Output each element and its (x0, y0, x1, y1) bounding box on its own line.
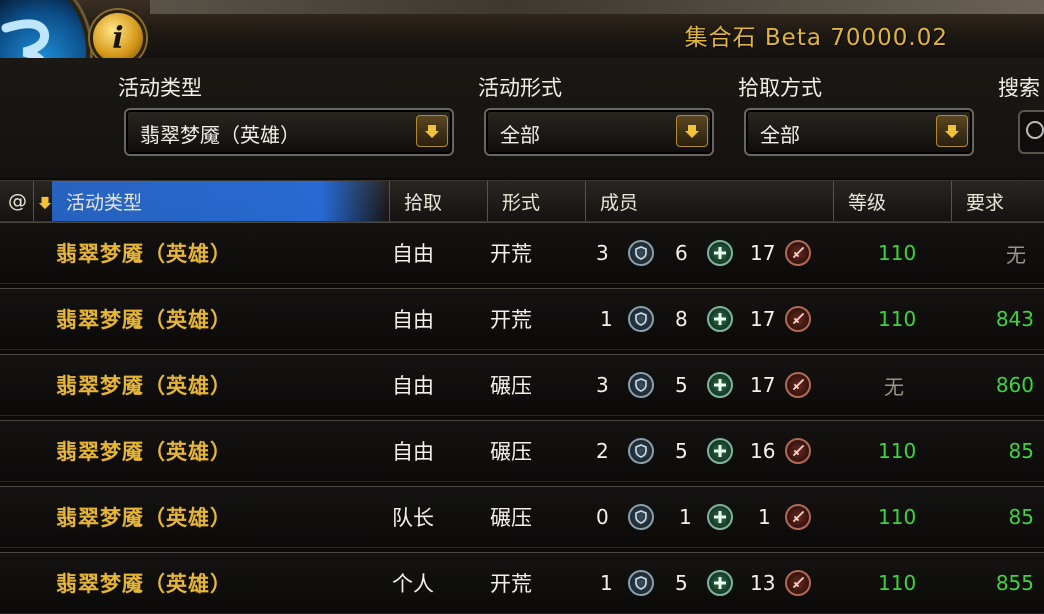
row-level: 110 (878, 505, 917, 529)
row-requirement: 85 (1008, 505, 1034, 529)
row-healer-count: 5 (675, 373, 688, 397)
tank-shield-icon (628, 504, 654, 530)
row-tank-count: 0 (596, 505, 609, 529)
row-tank-count: 1 (600, 307, 613, 331)
row-requirement: 843 (995, 307, 1034, 331)
row-activity: 翡翠梦魇（英雄） (56, 374, 232, 398)
column-header-requirement[interactable]: 要求 (952, 181, 1044, 221)
row-requirement: 860 (995, 373, 1034, 397)
row-form: 开荒 (490, 572, 532, 596)
row-tank-count: 2 (596, 439, 609, 463)
column-header-at[interactable]: @ (0, 181, 34, 221)
healer-plus-icon (707, 438, 733, 464)
tank-shield-icon (628, 372, 654, 398)
column-header-loot[interactable]: 拾取 (390, 181, 488, 221)
row-level: 110 (878, 439, 917, 463)
row-dps-count: 17 (750, 307, 776, 331)
row-dps-count: 17 (750, 241, 776, 265)
title-bar: 集合石 Beta 70000.02 (0, 0, 1044, 60)
dps-sword-icon (785, 240, 811, 266)
row-healer-count: 5 (675, 571, 688, 595)
activity-form-value: 全部 (500, 123, 540, 147)
row-dps-count: 13 (750, 571, 776, 595)
column-header-members[interactable]: 成员 (586, 181, 834, 221)
row-tank-count: 3 (596, 373, 609, 397)
tank-shield-icon (628, 240, 654, 266)
row-activity: 翡翠梦魇（英雄） (56, 440, 232, 464)
activity-form-dropdown[interactable]: 全部 (484, 108, 714, 156)
row-level: 无 (884, 374, 904, 399)
row-healer-count: 5 (675, 439, 688, 463)
loot-method-value: 全部 (760, 123, 800, 147)
row-dps-count: 17 (750, 373, 776, 397)
chevron-down-icon[interactable] (416, 115, 448, 147)
row-form: 碾压 (490, 506, 532, 530)
healer-plus-icon (707, 570, 733, 596)
row-loot: 自由 (392, 308, 434, 332)
row-activity: 翡翠梦魇（英雄） (56, 572, 232, 596)
activity-type-dropdown[interactable]: 翡翠梦魇（英雄） (124, 108, 454, 156)
search-label: 搜索 (998, 76, 1040, 100)
filter-activity-form-label: 活动形式 (478, 76, 562, 100)
row-dps-count: 16 (750, 439, 776, 463)
row-requirement: 855 (995, 571, 1034, 595)
healer-plus-icon (707, 372, 733, 398)
row-loot: 队长 (392, 506, 434, 530)
row-level: 110 (878, 571, 917, 595)
healer-plus-icon (707, 504, 733, 530)
row-requirement: 无 (1006, 242, 1026, 267)
chevron-down-icon[interactable] (936, 115, 968, 147)
sort-arrow-icon[interactable] (38, 195, 52, 214)
row-tank-count: 3 (596, 241, 609, 265)
table-row[interactable]: 翡翠梦魇（英雄） 自由 开荒 1 8 17 110 843 (0, 288, 1044, 350)
dps-sword-icon (785, 372, 811, 398)
row-tank-count: 1 (600, 571, 613, 595)
row-level: 110 (878, 241, 917, 265)
row-requirement: 85 (1008, 439, 1034, 463)
row-activity: 翡翠梦魇（英雄） (56, 506, 232, 530)
row-form: 开荒 (490, 242, 532, 266)
tank-shield-icon (628, 438, 654, 464)
row-level: 110 (878, 307, 917, 331)
row-activity: 翡翠梦魇（英雄） (56, 242, 232, 266)
search-input[interactable] (1018, 110, 1044, 154)
tank-shield-icon (628, 306, 654, 332)
search-icon (1026, 121, 1044, 139)
tank-shield-icon (628, 570, 654, 596)
table-row[interactable]: 翡翠梦魇（英雄） 个人 开荒 1 5 13 110 855 (0, 552, 1044, 614)
chevron-down-icon[interactable] (676, 115, 708, 147)
dps-sword-icon (785, 570, 811, 596)
row-healer-count: 6 (675, 241, 688, 265)
table-row[interactable]: 翡翠梦魇（英雄） 自由 碾压 2 5 16 110 85 (0, 420, 1044, 482)
row-activity: 翡翠梦魇（英雄） (56, 308, 232, 332)
row-form: 碾压 (490, 374, 532, 398)
table-row[interactable]: 翡翠梦魇（英雄） 队长 碾压 0 1 1 110 85 (0, 486, 1044, 548)
row-loot: 自由 (392, 242, 434, 266)
dps-sword-icon (785, 438, 811, 464)
list-header: @ 活动类型 拾取 形式 成员 等级 要求 (0, 180, 1044, 222)
row-loot: 自由 (392, 374, 434, 398)
activity-type-value: 翡翠梦魇（英雄） (140, 123, 300, 147)
loot-method-dropdown[interactable]: 全部 (744, 108, 974, 156)
column-header-form[interactable]: 形式 (488, 181, 586, 221)
column-header-level[interactable]: 等级 (834, 181, 952, 221)
row-dps-count: 1 (758, 505, 771, 529)
app-title: 集合石 Beta 70000.02 (684, 25, 948, 51)
healer-plus-icon (707, 240, 733, 266)
row-loot: 个人 (392, 572, 434, 596)
dps-sword-icon (785, 504, 811, 530)
row-loot: 自由 (392, 440, 434, 464)
dps-sword-icon (785, 306, 811, 332)
row-healer-count: 1 (679, 505, 692, 529)
filter-activity-type-label: 活动类型 (118, 76, 202, 100)
row-form: 碾压 (490, 440, 532, 464)
healer-plus-icon (707, 306, 733, 332)
column-header-activity[interactable]: 活动类型 (52, 181, 390, 221)
row-healer-count: 8 (675, 307, 688, 331)
filter-loot-method-label: 拾取方式 (738, 76, 822, 100)
row-form: 开荒 (490, 308, 532, 332)
table-row[interactable]: 翡翠梦魇（英雄） 自由 开荒 3 6 17 110 无 (0, 222, 1044, 284)
table-row[interactable]: 翡翠梦魇（英雄） 自由 碾压 3 5 17 无 860 (0, 354, 1044, 416)
